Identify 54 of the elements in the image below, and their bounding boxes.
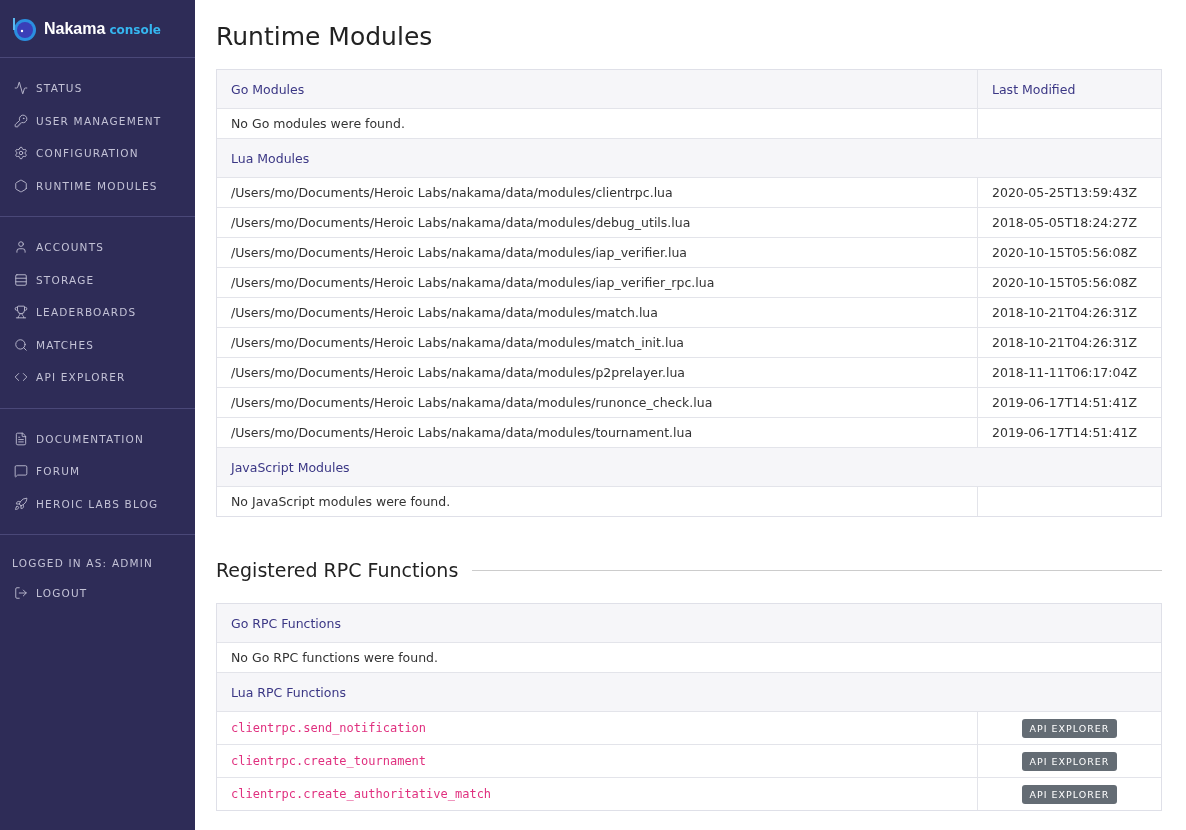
logout-link[interactable]: LOGOUT (0, 577, 195, 610)
sidebar-item[interactable]: RUNTIME MODULES (0, 169, 195, 202)
storage-icon (14, 272, 28, 287)
section-title: Registered RPC Functions (216, 559, 459, 581)
chat-icon (14, 464, 28, 479)
page-title: Runtime Modules (216, 22, 434, 51)
sidebar-item[interactable]: STORAGE (0, 263, 195, 296)
sidebar-item[interactable]: DOCUMENTATION (0, 422, 195, 455)
trophy-icon (14, 305, 28, 320)
api-explorer-button[interactable]: API EXPLORER (1021, 718, 1118, 738)
sidebar-item[interactable]: HEROIC LABS BLOG (0, 487, 195, 520)
table-cell-text: /Users/mo/Documents/Heroic Labs/nakama/data/modules/runonce_check.lua (230, 394, 714, 412)
key-icon (14, 113, 28, 128)
table-cell-text: /Users/mo/Documents/Heroic Labs/nakama/data/modules/iap_verifier_rpc.lua (230, 274, 716, 292)
sidebar-item[interactable]: FORUM (0, 455, 195, 488)
table-cell-text: /Users/mo/Documents/Heroic Labs/nakama/data/modules/p2prelayer.lua (230, 364, 686, 382)
function-name: clientrpc.create_tournament (231, 754, 427, 768)
column-header: Go Modules (230, 80, 306, 99)
function-name: clientrpc.send_notification (231, 721, 427, 735)
table-cell-text: /Users/mo/Documents/Heroic Labs/nakama/data/modules/iap_verifier.lua (230, 244, 688, 262)
search-icon (14, 337, 28, 352)
sidebar-item[interactable]: MATCHES (0, 328, 195, 361)
sidebar-item[interactable]: API EXPLORER (0, 361, 195, 394)
document-icon (14, 431, 28, 446)
sidebar-item[interactable]: STATUS (0, 72, 195, 105)
sidebar-item[interactable]: ACCOUNTS (0, 231, 195, 264)
section-header: Lua Modules (230, 149, 311, 168)
column-header: Go RPC Functions (230, 614, 342, 633)
table-cell-text: /Users/mo/Documents/Heroic Labs/nakama/data/modules/match_init.lua (230, 334, 685, 352)
section-header: Lua RPC Functions (230, 683, 347, 702)
brand-subtitle: console (109, 23, 161, 37)
api-explorer-button[interactable]: API EXPLORER (1021, 784, 1118, 804)
hexagon-icon (14, 178, 28, 193)
sidebar-item[interactable]: LEADERBOARDS (0, 296, 195, 329)
table-cell-text: /Users/mo/Documents/Heroic Labs/nakama/data/modules/match.lua (230, 304, 659, 322)
sidebar-item[interactable]: USER MANAGEMENT (0, 104, 195, 137)
table-cell-text: No Go modules were found. (230, 115, 406, 133)
logout-icon (14, 586, 28, 601)
api-explorer-button[interactable]: API EXPLORER (1021, 751, 1118, 771)
table-cell-text: No JavaScript modules were found. (230, 493, 452, 511)
settings-icon (14, 146, 28, 161)
function-name: clientrpc.create_authoritative_match (231, 787, 492, 801)
brand-name: Nakama (44, 19, 106, 38)
table-cell-text: /Users/mo/Documents/Heroic Labs/nakama/data/modules/debug_utils.lua (230, 214, 692, 232)
user-icon (14, 240, 28, 255)
rocket-icon (14, 496, 28, 511)
table-cell-text: /Users/mo/Documents/Heroic Labs/nakama/data/modules/tournament.lua (230, 424, 694, 442)
section-header: JavaScript Modules (229, 458, 351, 477)
pulse-icon (14, 81, 28, 96)
sidebar-item[interactable]: CONFIGURATION (0, 137, 195, 170)
table-cell-text: No Go RPC functions were found. (230, 649, 439, 667)
table-cell-text: /Users/mo/Documents/Heroic Labs/nakama/data/modules/clientrpc.lua (230, 184, 674, 202)
logo-icon (12, 15, 36, 42)
logged-in-label: LOGGED IN AS: ADMIN (11, 556, 155, 571)
